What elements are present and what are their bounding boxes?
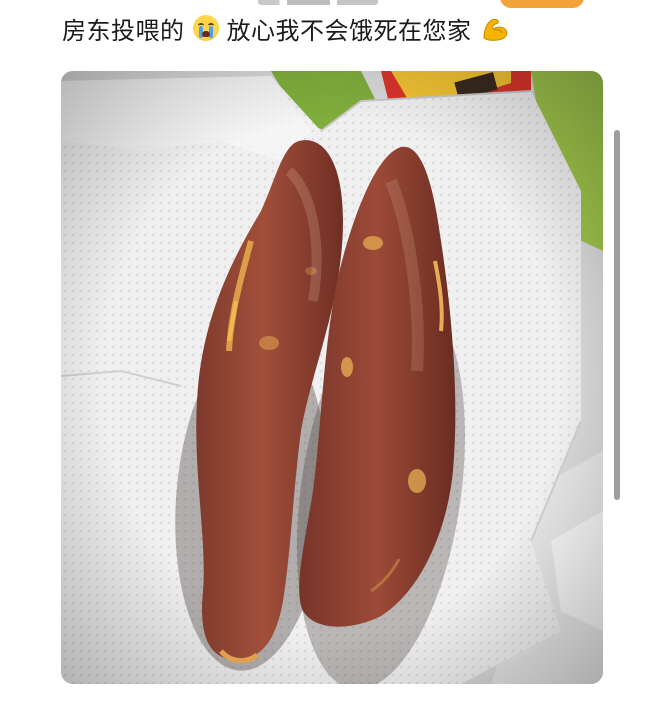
post-view: 房东投喂的 放心我不会饿死在您家 <box>0 0 660 719</box>
flexed-biceps-icon <box>480 14 510 42</box>
post-caption: 房东投喂的 放心我不会饿死在您家 <box>62 11 518 45</box>
crying-face-icon <box>192 15 219 41</box>
cropped-header <box>0 0 660 8</box>
scrollbar[interactable] <box>614 130 620 500</box>
username-remnant <box>258 0 378 5</box>
caption-text-start: 房东投喂的 <box>62 16 185 45</box>
sweet-potato-photo <box>61 71 603 684</box>
caption-text-end: 放心我不会饿死在您家 <box>226 16 472 45</box>
follow-button-remnant[interactable] <box>500 0 584 8</box>
post-photo[interactable] <box>61 71 603 684</box>
